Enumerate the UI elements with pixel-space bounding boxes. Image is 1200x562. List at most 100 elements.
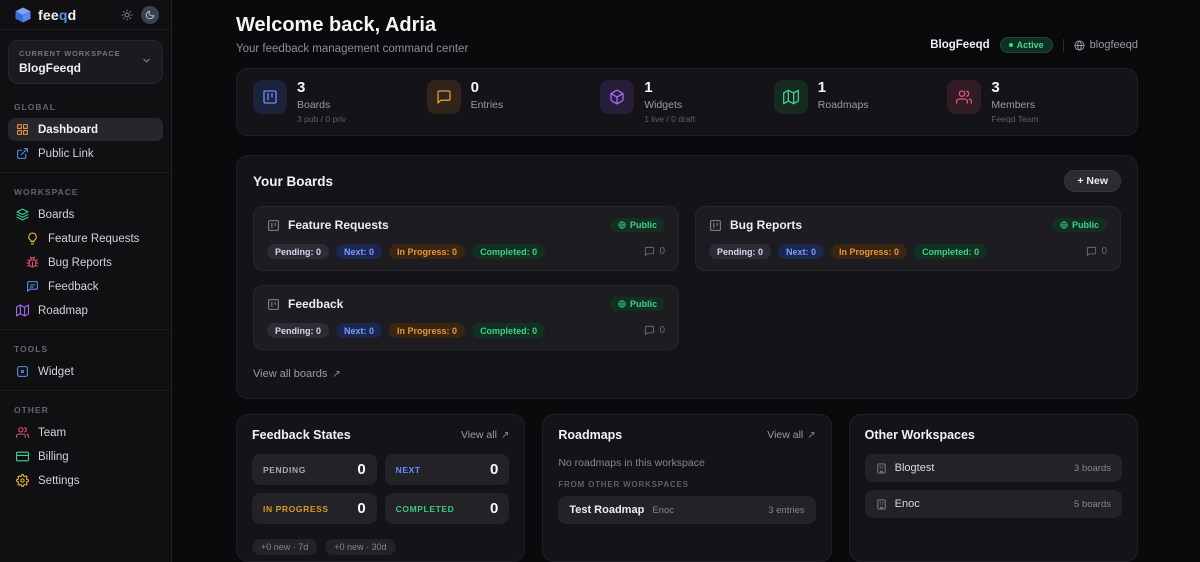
public-badge: Public [609,297,665,311]
stat-label: Boards [297,99,331,111]
workspace-rows: Blogtest 3 boards Enoc 5 boards [864,454,1122,518]
view-all-boards-link[interactable]: View all boards ↗ [253,368,341,380]
new-feedback-pills: +0 new · 7d +0 new · 30d [252,539,509,555]
sun-theme-icon[interactable] [121,9,133,21]
sidebar-item-roadmap[interactable]: Roadmap [8,299,163,322]
nav-section-tools: TOOLS Widget [0,329,171,390]
sidebar-item-billing[interactable]: Billing [8,445,163,468]
in-progress-badge: In Progress: 0 [831,244,908,259]
in-progress-badge: In Progress: 0 [389,244,466,259]
stat-value: 0 [470,79,479,96]
logo[interactable]: feeqd [14,6,76,24]
board-card-feedback[interactable]: Feedback Public Pending: 0 Next: 0 In Pr… [253,285,679,350]
feedback-states-panel: Feedback States View all ↗ PENDING 0 NEXT… [236,414,526,562]
stat-label: Widgets [644,99,683,111]
board-name: Feature Requests [288,218,389,232]
sidebar-item-label: Roadmap [38,304,88,317]
state-grid: PENDING 0 NEXT 0 IN PROGRESS 0 COMPLETED… [252,454,510,524]
stats-bar: 3 Boards 3 pub / 0 priv 0 Entries 1 Widg… [236,68,1138,136]
box-icon [600,80,635,114]
users-icon [947,80,982,114]
sidebar-item-settings[interactable]: Settings [8,469,163,492]
roadmap-entries: 3 entries [768,504,805,516]
workspace-selector-value: BlogFeeqd [19,61,81,75]
stat-label: Entries [470,99,504,111]
state-label: PENDING [263,464,306,475]
state-value: 0 [357,461,366,478]
sidebar-nav: GLOBAL Dashboard Public Link WORKSPACE B… [0,88,171,562]
board-icon [267,219,280,232]
nav-section-other: OTHER Team Billing Settings [0,390,171,499]
workspace-name: Enoc [894,498,920,510]
view-all-states-link[interactable]: View all ↗ [461,429,509,441]
stat-boards[interactable]: 3 Boards 3 pub / 0 priv [253,80,427,124]
board-card-feature-requests[interactable]: Feature Requests Public Pending: 0 Next:… [253,206,679,271]
workspace-selector-label: CURRENT WORKSPACE [19,49,121,58]
state-in-progress[interactable]: IN PROGRESS 0 [252,493,377,524]
roadmap-workspace: Enoc [652,504,674,516]
sidebar-item-team[interactable]: Team [8,421,163,444]
map-icon [773,80,808,114]
state-pending[interactable]: PENDING 0 [252,454,377,485]
pending-badge: Pending: 0 [267,244,330,259]
sidebar-item-dashboard[interactable]: Dashboard [8,118,163,141]
board-card-bug-reports[interactable]: Bug Reports Public Pending: 0 Next: 0 In… [695,206,1121,271]
layers-icon [16,208,29,221]
sidebar-item-feedback[interactable]: Feedback [18,275,163,298]
workspace-board-count: 5 boards [1074,498,1111,510]
sidebar-item-widget[interactable]: Widget [8,360,163,383]
roadmap-name: Test Roadmap [569,504,645,516]
theme-toggle-moon-button[interactable] [141,5,159,24]
section-label-workspace: WORKSPACE [14,187,79,197]
public-site-link[interactable]: blogfeeqd [1074,39,1138,51]
next-badge: Next: 0 [336,323,383,338]
workspace-row-blogtest[interactable]: Blogtest 3 boards [864,454,1122,482]
workspace-row-enoc[interactable]: Enoc 5 boards [864,490,1122,518]
stat-roadmaps[interactable]: 1 Roadmaps [773,80,948,124]
comment-icon [1087,246,1097,257]
workspace-selector[interactable]: CURRENT WORKSPACE BlogFeeqd [8,40,163,84]
sidebar-item-feature-requests[interactable]: Feature Requests [18,227,163,250]
state-value: 0 [489,500,499,517]
your-boards-section: Your Boards + New Feature Requests Publi… [236,155,1138,399]
view-all-roadmaps-link[interactable]: View all ↗ [767,429,815,441]
roadmaps-empty-text: No roadmaps in this workspace [558,457,705,469]
stat-value: 3 [991,79,1000,96]
external-link-icon [16,147,29,160]
stat-widgets[interactable]: 1 Widgets 1 live / 0 draft [600,80,774,124]
arrow-up-right-icon: ↗ [332,368,341,380]
moon-icon [145,10,155,19]
completed-badge: Completed: 0 [914,244,988,259]
users-icon [16,426,29,439]
completed-badge: Completed: 0 [472,323,546,338]
new-7d-pill: +0 new · 7d [252,539,318,555]
state-completed[interactable]: COMPLETED 0 [384,493,510,524]
credit-card-icon [16,450,29,463]
board-icon [267,298,280,311]
sidebar-item-label: Bug Reports [48,256,112,269]
state-next[interactable]: NEXT 0 [384,454,510,485]
sidebar-item-label: Widget [38,365,74,378]
new-board-button[interactable]: + New [1064,170,1121,192]
roadmap-row-test-roadmap[interactable]: Test Roadmap Enoc 3 entries [558,496,816,524]
sidebar-item-boards[interactable]: Boards [8,203,163,226]
stat-entries[interactable]: 0 Entries [426,79,601,124]
sidebar-item-public-link[interactable]: Public Link [8,142,163,165]
completed-badge: Completed: 0 [472,244,546,259]
stat-label: Members [991,99,1036,111]
public-badge: Public [609,218,665,232]
map-icon [16,304,29,317]
stat-members[interactable]: 3 Members Feeqd Team [947,80,1121,124]
from-other-workspaces-label: FROM OTHER WORKSPACES [558,480,689,489]
sidebar-item-label: Dashboard [38,123,99,136]
divider [1062,38,1064,52]
sidebar: feeqd CURRENT WORKSPACE BlogFeeqd GLOBAL… [0,0,172,562]
sidebar-item-label: Feedback [48,280,99,293]
your-boards-title: Your Boards [253,173,334,189]
logo-text: feeqd [38,6,77,23]
stat-value: 1 [644,79,653,96]
globe-icon [618,300,626,308]
gear-icon [16,474,29,487]
sidebar-item-bug-reports[interactable]: Bug Reports [18,251,163,274]
board-grid: Feature Requests Public Pending: 0 Next:… [253,206,1121,350]
